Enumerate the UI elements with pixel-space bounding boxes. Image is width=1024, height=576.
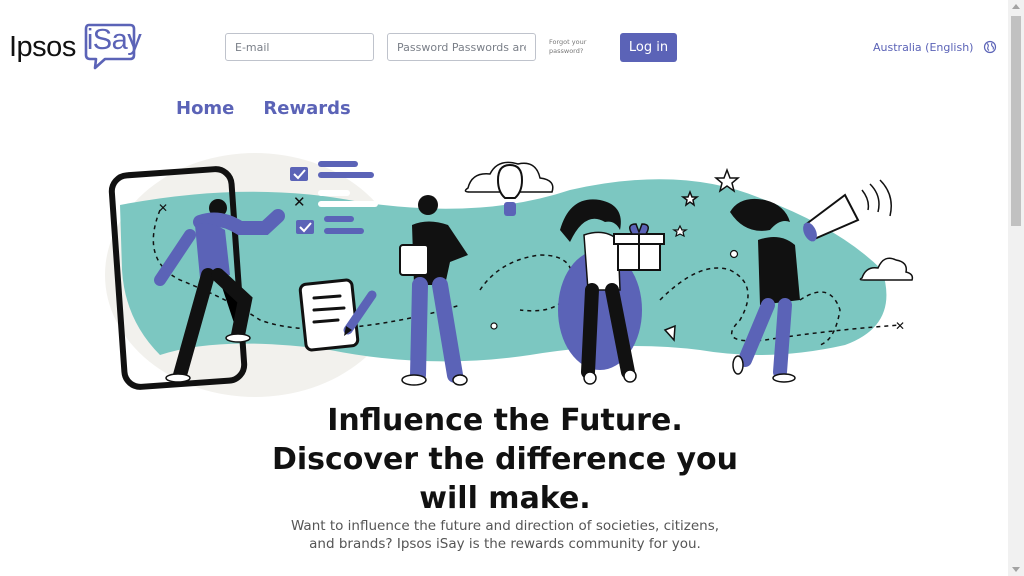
logo-brand-text: Ipsos: [9, 30, 76, 63]
language-selector[interactable]: Australia (English): [873, 41, 973, 54]
ipsos-isay-logo[interactable]: Ipsos iSay: [9, 22, 142, 72]
globe-icon[interactable]: [983, 40, 997, 54]
nav-rewards[interactable]: Rewards: [263, 98, 350, 119]
hero-subline: Want to influence the future and directi…: [290, 518, 720, 552]
svg-text:✕: ✕: [158, 201, 168, 215]
page-scrollbar[interactable]: [1008, 0, 1024, 576]
page: Ipsos iSay Forgot your password? Log in …: [0, 0, 1024, 576]
password-field[interactable]: [387, 33, 536, 61]
scroll-down-arrow-icon[interactable]: [1012, 567, 1020, 572]
nav-home[interactable]: Home: [176, 98, 234, 119]
login-button[interactable]: Log in: [620, 33, 677, 62]
email-field[interactable]: [225, 33, 374, 61]
logo-product-text: iSay: [86, 24, 142, 56]
hero-illustration: ✕ ✕ ✕: [105, 153, 914, 397]
svg-text:✕: ✕: [293, 193, 306, 211]
svg-text:✕: ✕: [895, 319, 905, 333]
scroll-up-arrow-icon[interactable]: [1012, 4, 1020, 9]
logo-product: iSay: [83, 22, 142, 72]
forgot-password-link[interactable]: Forgot your password?: [549, 38, 599, 56]
main-nav: Home Rewards: [176, 98, 351, 119]
hero-headline: Influence the Future. Discover the diffe…: [271, 403, 739, 516]
scrollbar-thumb[interactable]: [1011, 16, 1021, 226]
